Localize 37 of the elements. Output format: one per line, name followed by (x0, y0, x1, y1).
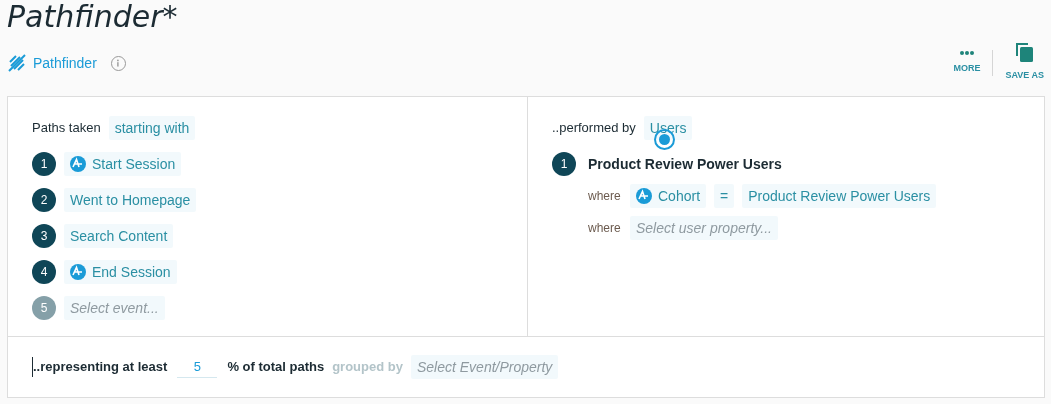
percent-label: % of total paths (227, 358, 325, 377)
step-number: 4 (32, 260, 56, 284)
event-chip[interactable]: Search Content (64, 224, 174, 248)
step-number: 2 (32, 188, 56, 212)
section-label: Paths taken (32, 119, 101, 138)
where-label: where (588, 220, 622, 237)
segment-number: 1 (552, 152, 576, 176)
chart-type-label: Pathfinder (33, 53, 97, 73)
value-chip[interactable]: Product Review Power Users (742, 184, 937, 208)
operator-chip[interactable]: = (714, 184, 735, 208)
event-chip[interactable]: Start Session (64, 152, 182, 176)
user-selector[interactable]: Users (643, 116, 693, 140)
property-selector[interactable]: Select user property... (630, 216, 778, 240)
pathfinder-icon (7, 53, 27, 73)
more-button[interactable]: MORE (953, 50, 981, 76)
more-icon (959, 50, 975, 57)
event-chip[interactable]: End Session (64, 260, 177, 284)
section-label: ..performed by (552, 119, 636, 138)
save-as-button[interactable]: SAVE AS (1005, 43, 1044, 83)
step-number: 5 (32, 296, 56, 320)
event-selector[interactable]: Select event... (64, 296, 165, 320)
percent-input[interactable]: 5 (177, 356, 218, 379)
amplitude-icon (636, 188, 652, 204)
where-label: where (588, 188, 622, 205)
amplitude-icon (70, 264, 86, 280)
threshold-label: ..representing at least (32, 357, 168, 377)
step-number: 3 (32, 224, 56, 248)
segment-name: Product Review Power Users (588, 154, 782, 174)
grouped-by-label: grouped by (332, 358, 403, 377)
event-chip[interactable]: Went to Homepage (64, 188, 197, 212)
step-number: 1 (32, 152, 56, 176)
copy-icon (1015, 43, 1034, 64)
group-selector[interactable]: Select Event/Property (410, 355, 559, 380)
page-title: Pathfinder* (6, 0, 179, 34)
mode-selector[interactable]: starting with (108, 116, 196, 140)
property-chip[interactable]: Cohort (630, 184, 707, 208)
amplitude-icon (70, 156, 86, 172)
